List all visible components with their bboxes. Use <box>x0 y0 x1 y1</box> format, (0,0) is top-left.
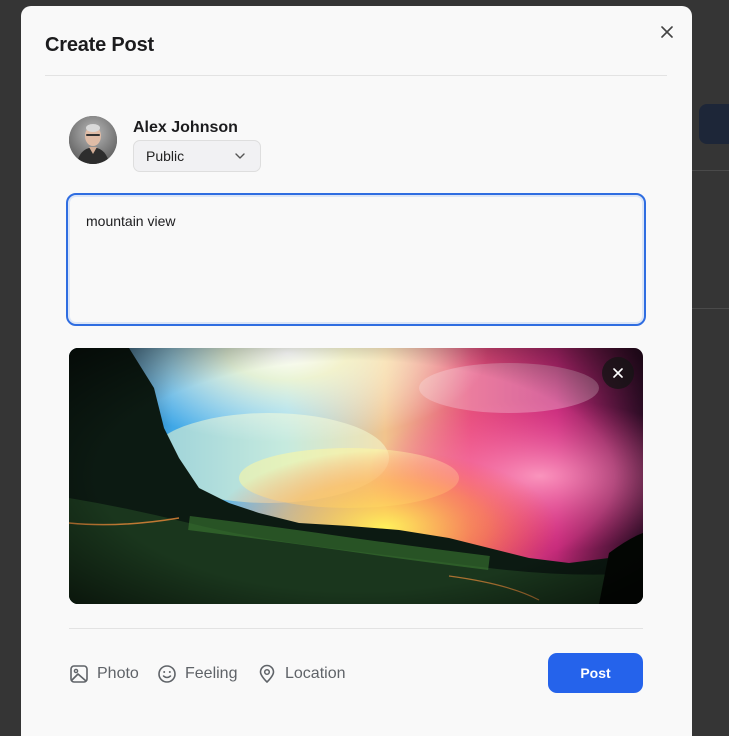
background-divider <box>692 170 729 171</box>
close-icon <box>661 26 673 38</box>
feeling-action[interactable]: Feeling <box>157 662 237 686</box>
background-divider <box>692 308 729 309</box>
image-attachment <box>69 348 643 604</box>
privacy-select[interactable]: Public <box>133 140 261 172</box>
smile-icon <box>158 665 176 683</box>
post-text-input[interactable] <box>66 193 646 326</box>
avatar <box>69 116 117 164</box>
image-icon <box>70 665 88 683</box>
close-icon <box>613 368 623 378</box>
location-label: Location <box>285 665 346 682</box>
close-modal-button[interactable] <box>657 22 677 42</box>
location-action[interactable]: Location <box>257 662 346 686</box>
remove-image-button[interactable] <box>602 357 634 389</box>
chevron-down-icon <box>235 153 245 159</box>
map-pin-icon <box>259 664 275 683</box>
feeling-label: Feeling <box>185 665 238 682</box>
author-name: Alex Johnson <box>133 119 238 136</box>
photo-action[interactable]: Photo <box>69 662 139 686</box>
modal-title: Create Post <box>45 34 154 56</box>
create-post-modal: Create Post Alex Johnson Public mountain… <box>21 6 692 736</box>
header-divider <box>45 75 667 76</box>
privacy-label: Public <box>146 148 185 164</box>
photo-label: Photo <box>97 665 139 682</box>
background-button <box>699 104 729 144</box>
footer-divider <box>69 628 643 629</box>
post-button[interactable]: Post <box>548 653 643 693</box>
